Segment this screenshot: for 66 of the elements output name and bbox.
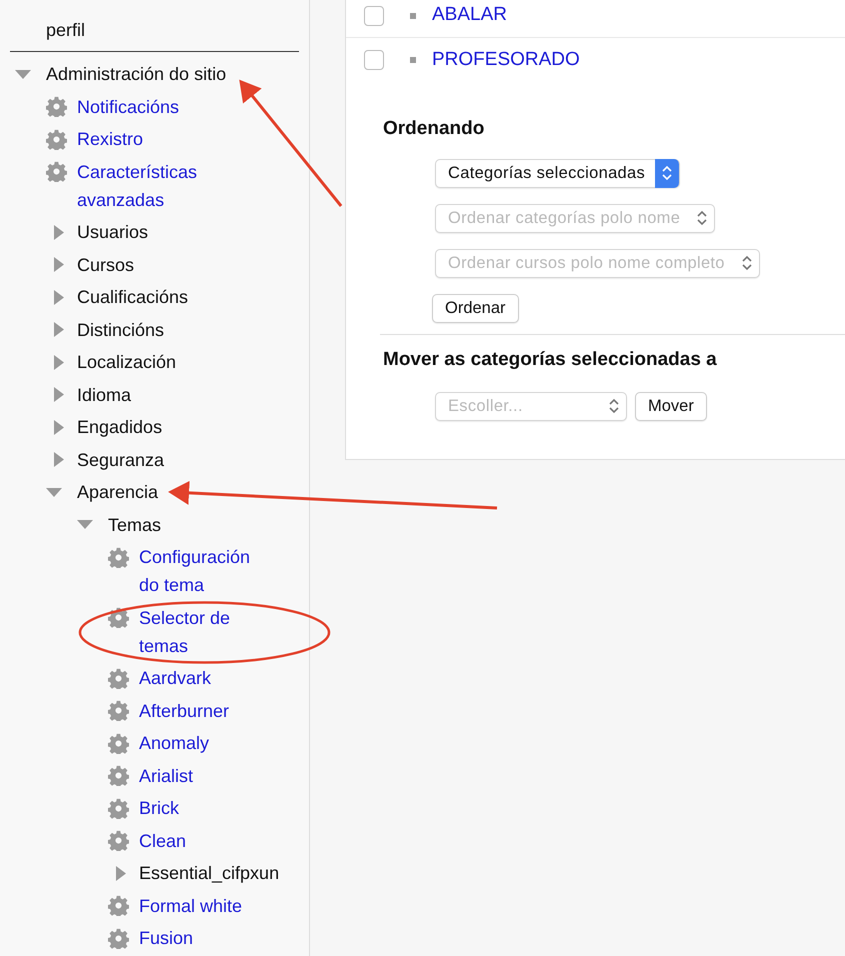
- gear-icon: [46, 161, 67, 182]
- menu-link[interactable]: Anomaly: [139, 729, 210, 757]
- gear-icon: [108, 798, 129, 818]
- tree-node-label[interactable]: Temas: [108, 510, 162, 538]
- menu-link[interactable]: Aardvark: [139, 664, 212, 692]
- expanded-triangle-icon[interactable]: [15, 70, 31, 78]
- menu-link[interactable]: Configuración do tema: [139, 543, 269, 599]
- tree-node-label[interactable]: Idioma: [77, 380, 132, 408]
- gear-icon: [46, 96, 67, 117]
- expanded-triangle-icon[interactable]: [77, 520, 93, 529]
- gear-icon: [108, 700, 129, 721]
- menu-link[interactable]: Rexistro: [77, 125, 144, 153]
- gear-icon: [108, 830, 129, 851]
- tree-node-label[interactable]: Distincións: [77, 316, 164, 344]
- expanded-triangle-icon[interactable]: [46, 488, 62, 496]
- tree-node-label[interactable]: Localización: [77, 348, 176, 376]
- checkbox[interactable]: [364, 6, 384, 26]
- tree-node-label[interactable]: Engadidos: [77, 413, 162, 441]
- bullet-icon: [410, 12, 416, 18]
- chevrons-icon: [697, 210, 708, 226]
- tree-node-label[interactable]: Cualificacións: [77, 283, 188, 311]
- menu-link[interactable]: Fusion: [139, 924, 194, 952]
- category-link[interactable]: PROFESORADO: [432, 46, 580, 74]
- dropdown[interactable]: Categorías seleccionadas: [435, 158, 680, 188]
- chevrons-icon: [742, 255, 752, 272]
- tree-node-label[interactable]: Aparencia: [77, 478, 158, 506]
- gear-icon: [108, 668, 129, 688]
- chevrons-icon: [609, 398, 619, 414]
- menu-link[interactable]: Afterburner: [139, 696, 230, 724]
- move-button[interactable]: Mover: [635, 392, 707, 421]
- menu-link[interactable]: Formal white: [139, 892, 242, 920]
- gear-icon: [108, 732, 129, 754]
- collapsed-triangle-icon[interactable]: [54, 257, 64, 272]
- collapsed-triangle-icon[interactable]: [54, 420, 64, 434]
- tree-node-label[interactable]: Cursos: [77, 250, 134, 278]
- collapsed-triangle-icon[interactable]: [54, 290, 64, 304]
- chevrons-icon: [662, 165, 672, 182]
- tree-node-label[interactable]: Essential_cifpxun: [139, 859, 280, 887]
- gear-icon: [108, 928, 129, 948]
- gear-icon: [46, 128, 67, 150]
- gear-icon: [108, 546, 129, 568]
- bullet-icon: [410, 57, 416, 63]
- gear-icon: [108, 607, 129, 628]
- collapsed-triangle-icon[interactable]: [54, 224, 64, 240]
- tree-node-label[interactable]: Administración do sitio: [46, 60, 226, 88]
- gear-icon: [108, 895, 129, 916]
- menu-link[interactable]: Arialist: [139, 762, 194, 790]
- collapsed-triangle-icon[interactable]: [54, 387, 64, 402]
- section-heading: Mover as categorías seleccionadas a: [382, 348, 718, 372]
- collapsed-triangle-icon[interactable]: [54, 354, 64, 370]
- section-heading: Ordenando: [382, 118, 486, 141]
- menu-item-label[interactable]: perfil: [10, 16, 86, 44]
- menu-link[interactable]: Características avanzadas: [77, 158, 257, 214]
- tree-node-label[interactable]: Usuarios: [77, 218, 148, 246]
- gear-icon: [108, 765, 129, 786]
- menu-link[interactable]: Clean: [139, 826, 186, 854]
- collapsed-triangle-icon[interactable]: [54, 322, 64, 337]
- menu-link[interactable]: Brick: [139, 794, 179, 822]
- menu-link[interactable]: Notificacións: [77, 92, 180, 120]
- category-link[interactable]: ABALAR: [432, 1, 507, 30]
- menu-link[interactable]: Selector de temas: [139, 604, 269, 660]
- collapsed-triangle-icon[interactable]: [54, 452, 64, 467]
- sort-button[interactable]: Ordenar: [432, 294, 519, 323]
- collapsed-triangle-icon[interactable]: [116, 866, 126, 880]
- checkbox[interactable]: [364, 50, 384, 70]
- tree-node-label[interactable]: Seguranza: [77, 446, 164, 474]
